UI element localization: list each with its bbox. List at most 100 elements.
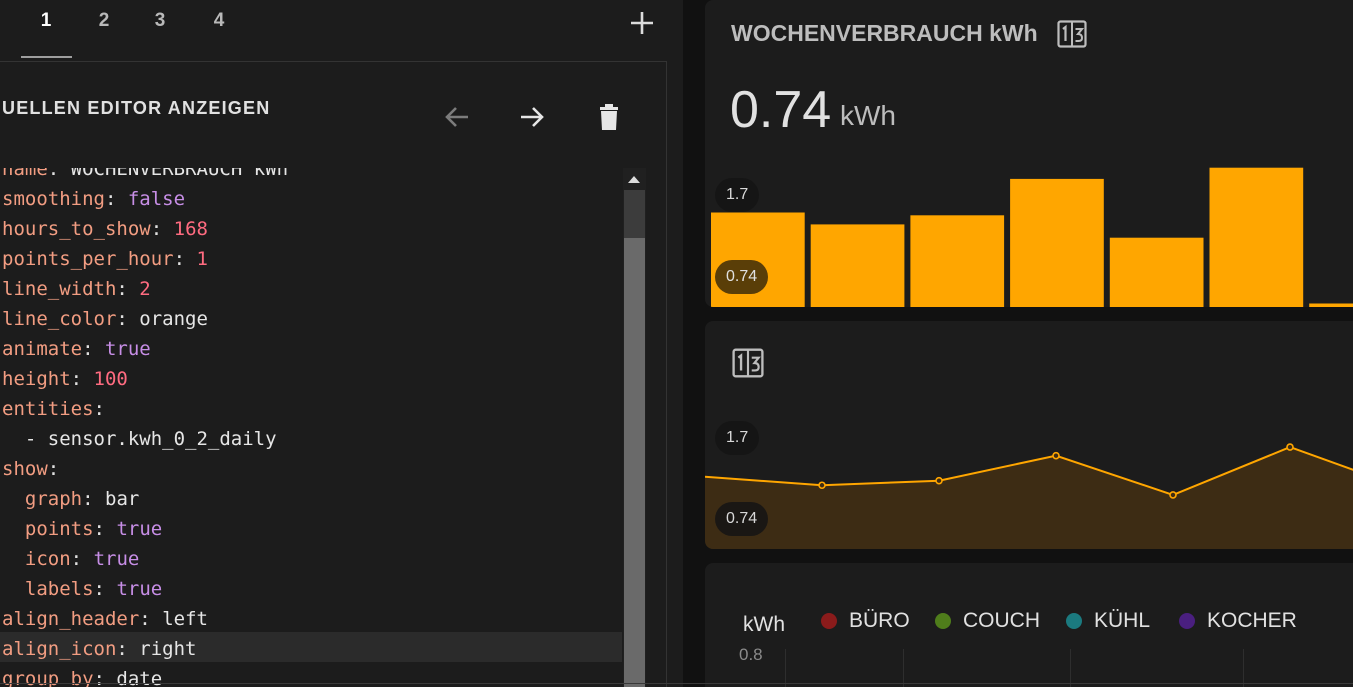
yaml-value: WOCHENVERBRAUCH kWh [70, 168, 289, 180]
yaml-key: animate [2, 338, 83, 360]
min-label: 0.74 [715, 502, 769, 536]
move-left-button[interactable] [439, 99, 475, 135]
code-line: smoothing: false [2, 188, 186, 210]
bar-graph [711, 167, 1353, 307]
data-point [818, 481, 826, 490]
yaml-value: orange [139, 308, 208, 330]
yaml-value: 100 [93, 368, 128, 390]
show-code-editor-button[interactable]: UELLEN EDITOR ANZEIGEN [2, 98, 270, 119]
legend-label: KÜHL [1094, 609, 1151, 632]
yaml-value: false [127, 188, 186, 210]
mini-graph-card-bar[interactable]: WOCHENVERBRAUCH kWh 0.74 kWh 1.7 0.74 [705, 0, 1353, 307]
yaml-value: true [104, 338, 151, 360]
scrollbar-thumb[interactable] [624, 238, 645, 687]
data-point [935, 476, 943, 485]
active-tab-indicator [21, 56, 72, 58]
code-line: hours_to_show: 168 [2, 218, 208, 240]
min-label: 0.74 [715, 260, 769, 294]
yaml-key: graph [24, 488, 83, 510]
yaml-key: points [24, 518, 94, 540]
legend-label: COUCH [963, 609, 1040, 632]
code-line: points: true [24, 518, 163, 540]
delete-card-button[interactable] [591, 99, 627, 135]
yaml-value: bar [105, 488, 140, 510]
code-line: entities: [2, 398, 105, 420]
data-point [1052, 451, 1060, 460]
grid-line [785, 649, 786, 687]
mini-graph-card-line[interactable]: 1.7 0.74 [705, 321, 1353, 549]
legend-label: KOCHER [1207, 609, 1297, 632]
yaml-key: entities [2, 398, 94, 420]
code-line: height: 100 [2, 368, 128, 390]
legend-dot [935, 613, 951, 629]
yaml-value: - sensor.kwh_0_2_daily [24, 428, 277, 450]
tab-2[interactable]: 2 [78, 10, 130, 34]
counter-icon [732, 348, 764, 378]
scroll-up-arrow-icon[interactable] [628, 176, 640, 183]
yaml-key: group_by [2, 668, 94, 687]
bar-2 [810, 224, 905, 307]
yaml-value: 168 [173, 218, 208, 240]
yaml-key: labels [24, 578, 94, 600]
bottom-border [0, 683, 1353, 684]
yaml-key: hours_to_show [2, 218, 151, 240]
arrow-right-icon [521, 107, 544, 127]
yaml-value: 1 [196, 248, 208, 270]
code-line: icon: true [24, 548, 140, 570]
code-line: align_header: left [2, 608, 208, 630]
yaml-key: align_header [2, 608, 140, 630]
grid-line [1243, 649, 1244, 687]
card-editor-panel: 1 2 3 4 UELLEN EDITOR ANZEIGEN name: WOC… [0, 0, 683, 687]
legend-item-buero[interactable]: BÜRO [821, 609, 910, 633]
yaml-key: line_color [2, 308, 117, 330]
yaml-code-editor[interactable]: name: WOCHENVERBRAUCH kWh smoothing: fals… [0, 168, 622, 687]
bar-5 [1109, 237, 1204, 307]
max-label: 1.7 [715, 421, 760, 455]
add-tab-button[interactable] [624, 5, 660, 41]
yaml-key: name [2, 168, 48, 180]
code-line: line_width: 2 [2, 278, 151, 300]
yaml-key: line_width [2, 278, 117, 300]
code-line: labels: true [24, 578, 163, 600]
code-line: show: [2, 458, 60, 480]
yaml-value: left [162, 608, 208, 630]
code-line: line_color: orange [2, 308, 208, 330]
legend-item-kocher[interactable]: KOCHER [1179, 609, 1297, 633]
y-axis-unit-label: kWh [743, 613, 785, 636]
bar-6 [1209, 167, 1304, 307]
data-point [1286, 443, 1294, 451]
tab-1[interactable]: 1 [20, 10, 72, 34]
legend-label: BÜRO [849, 609, 910, 632]
energy-chart-card: kWh 0.8 BÜRO COUCH KÜHL KOCHER [705, 563, 1353, 687]
yaml-key: icon [24, 548, 71, 570]
panel-divider [683, 0, 705, 687]
bar-4 [1010, 178, 1104, 307]
grid-line [1070, 649, 1071, 687]
yaml-key: smoothing [2, 188, 105, 210]
max-label: 1.7 [715, 178, 760, 212]
view-tab-bar: 1 2 3 4 [0, 0, 683, 60]
legend-dot [1179, 613, 1195, 629]
code-line: graph: bar [24, 488, 140, 510]
trash-icon [600, 104, 618, 130]
code-editor-scrollbar[interactable] [623, 168, 646, 687]
plus-icon [631, 12, 653, 34]
code-line: animate: true [2, 338, 151, 360]
legend-dot [821, 613, 837, 629]
move-right-button[interactable] [514, 99, 550, 135]
line-graph [705, 443, 1353, 549]
yaml-value: true [116, 518, 163, 540]
state-value: 0.74 [730, 81, 832, 139]
scrollbar-track [624, 190, 645, 238]
yaml-value: true [116, 578, 163, 600]
legend-item-couch[interactable]: COUCH [935, 609, 1040, 633]
legend-item-kuehl[interactable]: KÜHL [1066, 609, 1150, 633]
yaml-value: date [116, 668, 163, 687]
yaml-key: height [2, 368, 71, 390]
code-line: - sensor.kwh_0_2_daily [2, 424, 277, 454]
yaml-value: 2 [139, 278, 151, 300]
yaml-value: right [139, 638, 197, 660]
code-line: align_icon: right [2, 638, 197, 660]
tab-4[interactable]: 4 [193, 10, 245, 34]
tab-3[interactable]: 3 [134, 10, 186, 34]
